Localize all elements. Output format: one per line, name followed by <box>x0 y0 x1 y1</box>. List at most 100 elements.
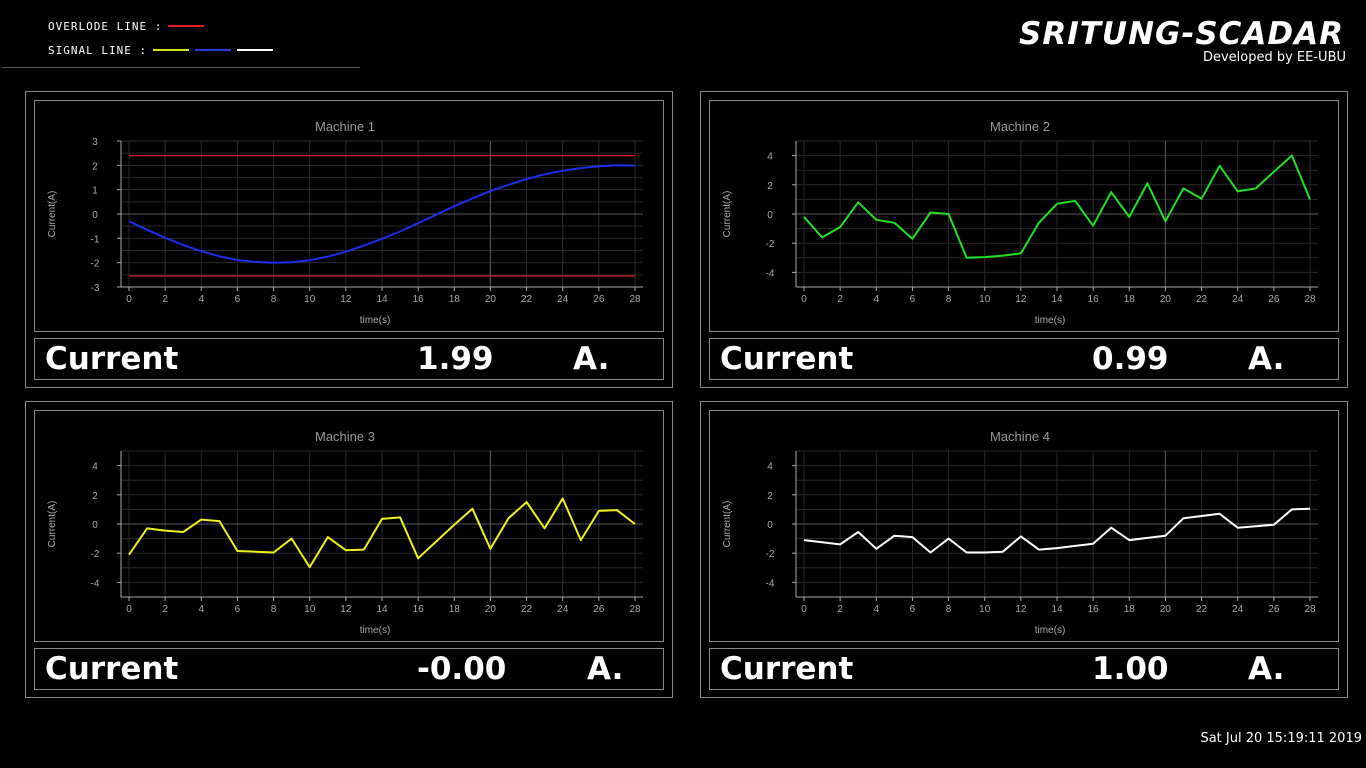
machine-chart-4: Machine 4 0 2 4 6 8 10 12 14 16 18 20 22 24 26 28 4 2 0 -2-… <box>709 410 1339 642</box>
x-tick-label: 22 <box>521 604 533 615</box>
x-tick-label: 2 <box>162 294 168 305</box>
chart-svg-4: Machine 40 2 4 6 8 10 12 14 16 18 20 22 24 26 28420-2-… <box>722 429 1318 636</box>
chart-svg-2: Machine 20 2 4 6 8 10 12 14 16 18 20 22 24 26 28420-2-… <box>722 119 1318 326</box>
x-tick-label: 26 <box>593 604 605 615</box>
x-tick-label: 28 <box>1304 294 1316 305</box>
readout-value: 1.99 <box>417 341 494 377</box>
x-tick-label: 14 <box>1051 294 1063 305</box>
x-tick-label: 16 <box>1088 604 1100 615</box>
x-tick-label: 22 <box>1196 604 1208 615</box>
readout-1: Current 1.99 A. <box>34 338 664 380</box>
x-tick-label: 0 <box>801 604 807 615</box>
y-tick-label: 2 <box>92 161 98 172</box>
chart-title: Machine 3 <box>315 429 375 444</box>
x-tick-label: 26 <box>1268 294 1280 305</box>
readout-value: 0.99 <box>1092 341 1169 377</box>
brand: SRITUNG-SCADAR Developed by EE-UBU <box>1019 16 1346 65</box>
x-tick-label: 26 <box>593 294 605 305</box>
x-tick-label: 14 <box>1051 604 1063 615</box>
readout-label: Current <box>45 341 179 377</box>
x-tick-label: 2 <box>837 604 843 615</box>
readout-unit: A. <box>1248 651 1285 687</box>
x-tick-label: 14 <box>376 294 388 305</box>
x-tick-label: 10 <box>979 294 991 305</box>
y-axis-label: Current(A) <box>47 191 58 238</box>
app-title: SRITUNG-SCADAR <box>1019 16 1344 52</box>
signal-swatch-yellow <box>153 49 190 51</box>
x-axis-label: time(s) <box>1035 625 1066 636</box>
x-tick-label: 24 <box>1232 294 1244 305</box>
x-tick-label: 14 <box>376 604 388 615</box>
x-axis-label: time(s) <box>360 625 391 636</box>
x-tick-label: 24 <box>557 604 569 615</box>
readout-value: 1.00 <box>1092 651 1169 687</box>
readout-unit: A. <box>587 651 624 687</box>
x-tick-label: 24 <box>1232 604 1244 615</box>
x-tick-label: 16 <box>1088 294 1100 305</box>
readout-label: Current <box>720 341 854 377</box>
x-tick-label: 0 <box>126 604 132 615</box>
x-tick-label: 4 <box>199 294 205 305</box>
y-axis-label: Current(A) <box>47 501 58 548</box>
readout-2: Current 0.99 A. <box>709 338 1339 380</box>
x-tick-label: 6 <box>910 604 916 615</box>
machine-chart-1: Machine 1 0 2 4 6 8 10 12 14 16 18 20 22 24 26 28 3 2 1 0 -1… <box>34 100 664 332</box>
y-tick-label: 4 <box>767 462 773 473</box>
signal-swatch-white <box>237 49 274 51</box>
x-tick-label: 10 <box>979 604 991 615</box>
chart-svg-3: Machine 30 2 4 6 8 10 12 14 16 18 20 22 24 26 28420-2-… <box>47 429 643 636</box>
x-tick-label: 28 <box>629 604 641 615</box>
x-tick-label: 12 <box>340 604 352 615</box>
y-tick-label: -2 <box>91 259 100 270</box>
signal-swatch-blue <box>195 49 232 51</box>
machine-panel-4: Machine 4 0 2 4 6 8 10 12 14 16 18 20 22 24 26 28 4 2 0 -2-… <box>700 401 1348 698</box>
readout-unit: A. <box>1248 341 1285 377</box>
readout-4: Current 1.00 A. <box>709 648 1339 690</box>
machine-chart-2: Machine 2 0 2 4 6 8 10 12 14 16 18 20 22 24 26 28 4 2 0 -2-… <box>709 100 1339 332</box>
machine-panel-2: Machine 2 0 2 4 6 8 10 12 14 16 18 20 22 24 26 28 4 2 0 -2-… <box>700 91 1348 388</box>
y-tick-label: -3 <box>91 283 100 294</box>
x-tick-label: 24 <box>557 294 569 305</box>
x-tick-label: 10 <box>304 294 316 305</box>
y-tick-label: 1 <box>92 186 98 197</box>
readout-label: Current <box>45 651 179 687</box>
x-tick-label: 28 <box>629 294 641 305</box>
x-tick-label: 8 <box>271 604 277 615</box>
legend: OVERLODE LINE : SIGNAL LINE : <box>48 14 274 62</box>
y-axis-label: Current(A) <box>722 191 733 238</box>
y-tick-label: -2 <box>91 549 100 560</box>
legend-divider <box>2 67 360 68</box>
x-tick-label: 0 <box>801 294 807 305</box>
y-tick-label: 3 <box>92 137 98 148</box>
readout-label: Current <box>720 651 854 687</box>
x-tick-label: 6 <box>235 294 241 305</box>
readout-value: -0.00 <box>417 651 507 687</box>
x-tick-label: 16 <box>413 604 425 615</box>
x-tick-label: 20 <box>485 294 497 305</box>
chart-title: Machine 1 <box>315 119 375 134</box>
app-subtitle: Developed by EE-UBU <box>1202 50 1346 65</box>
y-axis-label: Current(A) <box>722 501 733 548</box>
overload-legend: OVERLODE LINE : <box>48 14 273 38</box>
x-tick-label: 2 <box>837 294 843 305</box>
signal-legend: SIGNAL LINE : <box>48 38 274 62</box>
signal-legend-label: SIGNAL LINE : <box>48 43 148 57</box>
y-tick-label: -4 <box>766 268 775 279</box>
x-tick-label: 4 <box>874 294 880 305</box>
x-axis-label: time(s) <box>360 315 391 326</box>
x-tick-label: 12 <box>340 294 352 305</box>
overload-legend-label: OVERLODE LINE : <box>48 19 163 33</box>
x-axis-label: time(s) <box>1035 315 1066 326</box>
x-tick-label: 2 <box>162 604 168 615</box>
chart-svg-1: Machine 10 2 4 6 8 10 12 14 16 18 20 22 24 26 283210-1… <box>47 119 643 326</box>
x-tick-label: 18 <box>1124 294 1136 305</box>
y-tick-label: 0 <box>92 520 98 531</box>
y-tick-label: 2 <box>767 491 773 502</box>
x-tick-label: 4 <box>199 604 205 615</box>
x-tick-label: 20 <box>1160 294 1172 305</box>
readout-unit: A. <box>573 341 610 377</box>
machine-panel-3: Machine 3 0 2 4 6 8 10 12 14 16 18 20 22 24 26 28 4 2 0 -2-… <box>25 401 673 698</box>
chart-title: Machine 4 <box>990 429 1050 444</box>
x-tick-label: 20 <box>1160 604 1172 615</box>
y-tick-label: 0 <box>92 210 98 221</box>
